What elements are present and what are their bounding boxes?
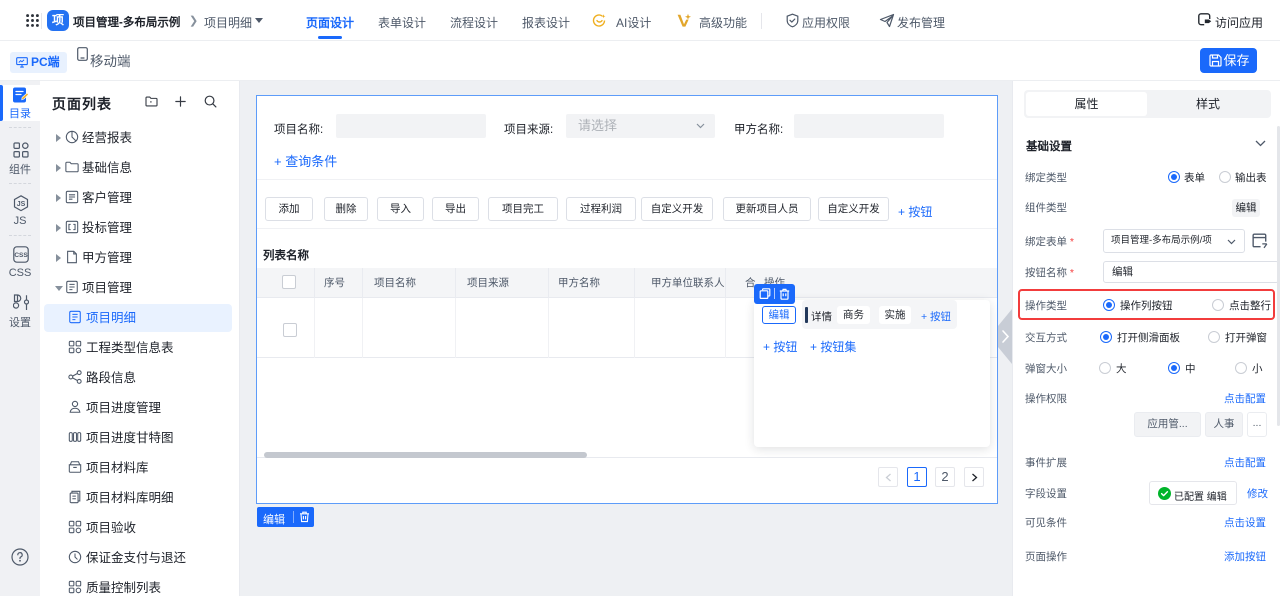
svg-text:JS: JS: [17, 201, 26, 208]
svg-text:CSS: CSS: [14, 252, 28, 259]
